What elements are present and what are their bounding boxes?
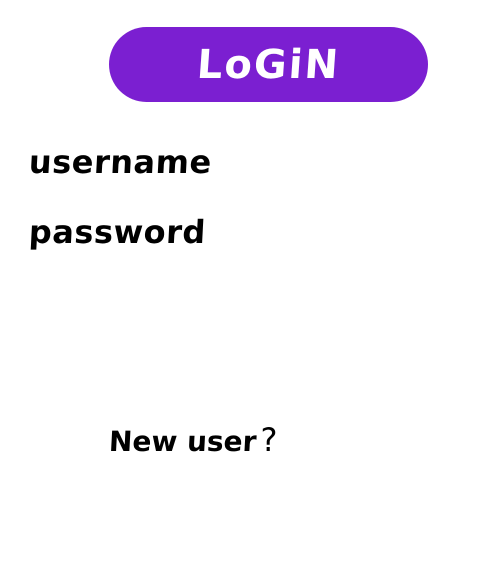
new-user-question-mark: ? bbox=[260, 421, 278, 459]
password-label: password bbox=[28, 213, 207, 251]
new-user-text: New user bbox=[108, 425, 258, 458]
new-user-link[interactable]: New user ? bbox=[108, 421, 278, 459]
login-button[interactable]: LoGiN bbox=[109, 27, 428, 102]
login-button-label: LoGiN bbox=[195, 41, 342, 88]
username-label: username bbox=[28, 143, 213, 181]
